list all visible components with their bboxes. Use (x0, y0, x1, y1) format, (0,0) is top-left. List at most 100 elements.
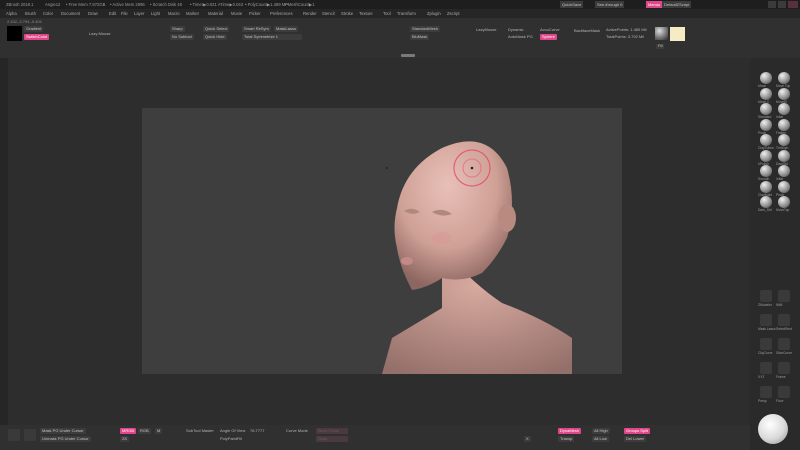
sharp-button[interactable]: Sharp (170, 26, 185, 32)
tool-imm-icon[interactable] (778, 290, 790, 302)
tool-zmodeler-icon[interactable] (760, 290, 772, 302)
brush-inflat-icon[interactable] (778, 103, 790, 115)
zsub-small-button[interactable]: Z8 (120, 436, 129, 442)
menu-tool[interactable]: Tool (383, 9, 391, 18)
texture-swatch[interactable] (670, 27, 685, 41)
brush-inflat-icon[interactable] (778, 165, 790, 177)
menu-render[interactable]: Render (303, 9, 317, 18)
smart-resym-button[interactable]: Smart ReSym (242, 26, 271, 32)
rgb-button[interactable]: RGB (138, 428, 151, 434)
menu-draw[interactable]: Draw (88, 9, 98, 18)
default-zscript-button[interactable]: DefaultZScript (662, 1, 692, 8)
document-area[interactable] (142, 108, 622, 374)
no-subtool-button[interactable]: No Subtool (170, 34, 194, 40)
sphere-button[interactable]: Sphere (540, 34, 557, 40)
menu-picker[interactable]: Picker (249, 9, 261, 18)
mask-pg-under-cursor-button[interactable]: Mask PG Under Cursor (40, 428, 86, 434)
shelf-scroll-grip[interactable] (401, 54, 415, 57)
menus-button[interactable]: Menus (646, 1, 663, 8)
menu-transform[interactable]: Transform (397, 9, 416, 18)
tool-frame-icon[interactable] (778, 362, 790, 374)
brush-hpolish-icon[interactable] (760, 149, 772, 162)
mask-lasso-button[interactable]: MaskLasso (274, 26, 299, 32)
close-icon[interactable] (788, 1, 798, 8)
brush-movetop-icon[interactable] (778, 196, 790, 208)
see-through-slider[interactable]: See-through 0 (595, 1, 625, 8)
brush-dam-std-icon[interactable] (760, 196, 772, 208)
brush-standard-icon[interactable] (760, 103, 772, 115)
menu-stroke[interactable]: Stroke (341, 9, 353, 18)
brush-claybuild-icon[interactable] (760, 180, 772, 193)
bend-curve-button[interactable]: Bend Curve (316, 428, 348, 434)
menu-zplugin[interactable]: Zplugin (427, 9, 441, 18)
brush-flatten-icon[interactable] (778, 118, 790, 131)
angle-of-view-label[interactable]: Angle Of View (220, 428, 245, 433)
auto-mask-pg-label[interactable]: AutoMask PG (508, 34, 533, 39)
m-button[interactable]: M (155, 428, 163, 434)
all-low-button[interactable]: All Low (592, 436, 609, 442)
total-symmetrize-slider[interactable]: Total Symmetrize 1 (242, 34, 302, 40)
material-swatch[interactable] (655, 27, 668, 40)
quicksave-button[interactable]: QuickSave (560, 1, 584, 8)
menu-color[interactable]: Color (43, 9, 53, 18)
menu-texture[interactable]: Texture (359, 9, 373, 18)
mrgb-button[interactable]: MRGB (120, 428, 136, 434)
angle-of-view-value[interactable]: 76.7777 (250, 428, 264, 433)
brush-smooth-icon[interactable] (760, 165, 772, 177)
accucurve-label[interactable]: AccuCurve (540, 27, 560, 32)
del-lower-button[interactable]: Del Lower (624, 436, 647, 442)
menu-marker[interactable]: Marker (186, 9, 199, 18)
all-high-button[interactable]: All High (592, 428, 610, 434)
brush-move-top-icon[interactable] (778, 72, 790, 84)
brush-pinch-icon[interactable] (760, 118, 772, 131)
lazy-mouse-label[interactable]: Lazy Mouse (89, 31, 111, 36)
quick-select-button[interactable]: Quick Select (203, 26, 230, 32)
unmask-pg-under-cursor-button[interactable]: Unmask PG Under Cursor (40, 436, 91, 442)
lazy-mouse-2-label[interactable]: LazyMouse (476, 27, 496, 32)
navigation-sphere[interactable] (758, 414, 788, 444)
x-sym-button[interactable]: X (524, 436, 531, 442)
snap-button[interactable]: Snap (316, 436, 348, 442)
standard-mesh-button[interactable]: StandardMesh (410, 26, 441, 32)
menu-document[interactable]: Document (61, 9, 80, 18)
maximize-icon[interactable] (778, 1, 786, 8)
tool-floor-icon[interactable] (778, 386, 790, 398)
brush-damstd-icon[interactable] (778, 149, 790, 162)
quick-hide-button[interactable]: Quick Hide (203, 34, 227, 40)
polypaint-fill-label[interactable]: PolyPaintFill (220, 436, 242, 441)
viewport-canvas[interactable] (8, 58, 750, 425)
menu-edit[interactable]: Edit (109, 9, 116, 18)
transpose-icon[interactable] (8, 429, 20, 441)
subtool-master-label[interactable]: SubTool Master (186, 428, 214, 433)
main-color-swatch[interactable] (7, 26, 22, 41)
dynamic-label[interactable]: Dynamic (508, 27, 524, 32)
blu-mask-button[interactable]: BluMask (410, 34, 430, 40)
brush-pinch-icon[interactable] (778, 180, 790, 193)
polypaint-icon[interactable] (24, 429, 36, 441)
menu-preferences[interactable]: Preferences (270, 9, 293, 18)
fill-button[interactable]: Fill (656, 44, 665, 49)
menu-movie[interactable]: Movie (231, 9, 242, 18)
menu-brush[interactable]: Brush (25, 9, 36, 18)
curve-mode-label[interactable]: Curve Mode (286, 428, 308, 433)
tool-slicecurve-icon[interactable] (778, 338, 790, 350)
tool-persp-icon[interactable] (760, 386, 772, 398)
groups-split-button[interactable]: Groups Split (624, 428, 651, 434)
menu-macro[interactable]: Macro (168, 9, 180, 18)
menu-stencil[interactable]: Stencil (322, 9, 335, 18)
switch-color-button[interactable]: SwitchColor (24, 34, 50, 40)
brush-claytubes-icon[interactable] (760, 134, 772, 146)
tool-xyz-icon[interactable] (760, 362, 772, 374)
tool-mask-lasso-icon[interactable] (760, 314, 772, 326)
menu-layer[interactable]: Layer (134, 9, 144, 18)
brush-move-icon[interactable] (760, 72, 772, 84)
menu-light[interactable]: Light (151, 9, 160, 18)
brush-move-c-icon[interactable] (760, 87, 772, 100)
gradient-toggle[interactable]: Gradient (24, 26, 44, 32)
minimize-icon[interactable] (768, 1, 776, 8)
brush-trimdyn-icon[interactable] (778, 134, 790, 146)
tool-selectrect-icon[interactable] (778, 314, 790, 326)
brush-moveel-icon[interactable] (778, 87, 790, 100)
menu-alpha[interactable]: Alpha (6, 9, 17, 18)
backface-mask-label[interactable]: BackfaceMask (574, 28, 600, 33)
